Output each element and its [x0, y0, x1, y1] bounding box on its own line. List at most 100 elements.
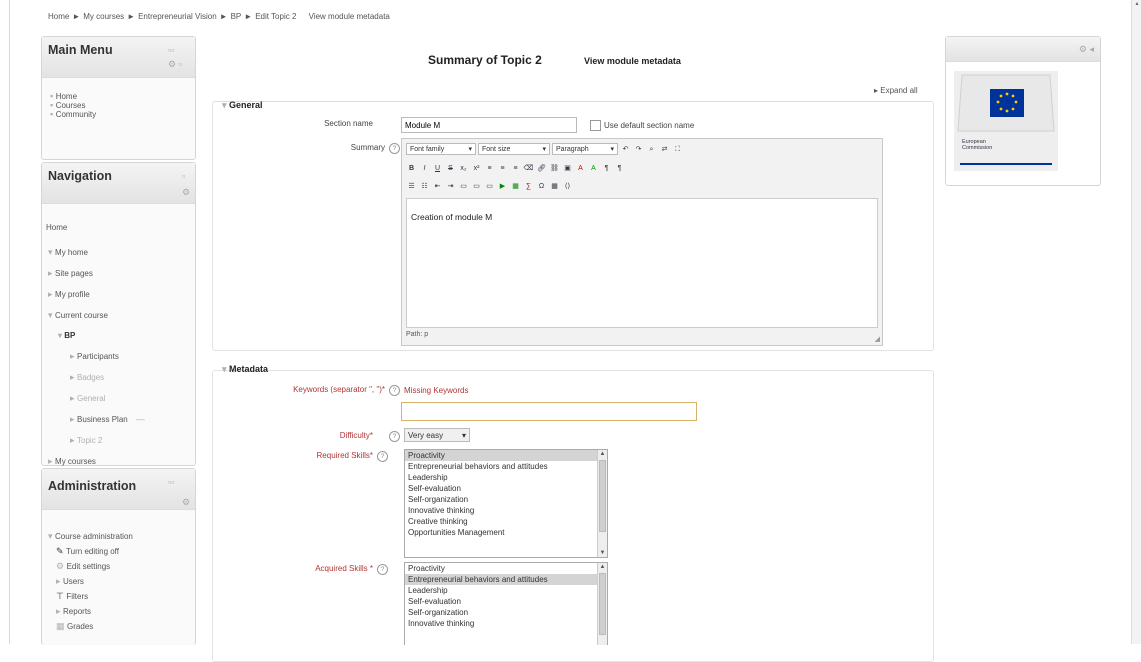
insert-image-icon[interactable]: ▣ [562, 163, 573, 174]
breadcrumb-course[interactable]: BP [231, 12, 242, 21]
nav-item-participants[interactable]: ▸ Participants [48, 346, 145, 367]
subscript-icon[interactable]: x₂ [458, 163, 469, 174]
nav-item-current-course[interactable]: ▾ Current course [48, 305, 145, 326]
align-right-icon[interactable]: ≡ [510, 163, 521, 174]
find-icon[interactable]: ⌕ [646, 144, 657, 155]
indent-icon[interactable]: ⇥ [445, 181, 456, 192]
main-menu-item[interactable]: ▪ Courses [50, 100, 195, 110]
use-default-checkbox[interactable] [590, 120, 601, 131]
skill-option[interactable]: Opportunities Management [405, 527, 607, 538]
underline-icon[interactable]: U [432, 163, 443, 174]
nav-item-badges[interactable]: ▸ Badges [48, 367, 145, 388]
keywords-input[interactable] [401, 402, 697, 421]
background-color-icon[interactable]: A [588, 163, 599, 174]
unlink-icon[interactable]: ⛓︎ [549, 163, 560, 174]
skill-option[interactable]: Creative thinking [405, 516, 607, 527]
skill-option[interactable]: Proactivity [405, 450, 607, 461]
breadcrumb-home[interactable]: Home [48, 12, 69, 21]
bullet-list-icon[interactable]: ☰ [406, 181, 417, 192]
skill-option[interactable]: Self-evaluation [405, 483, 607, 494]
section-name-input[interactable] [401, 117, 577, 133]
insert-media-icon[interactable]: ▶ [497, 181, 508, 192]
difficulty-select[interactable]: Very easy ▾ [404, 428, 470, 442]
block-actions-icon[interactable]: ⚙ [182, 187, 190, 198]
nav-item-my-home[interactable]: ▾ My home [48, 242, 145, 263]
skill-option[interactable]: Self-evaluation [405, 596, 607, 607]
fullscreen-icon[interactable]: ⛶ [672, 144, 683, 155]
admin-grades[interactable]: ▦ Grades [48, 619, 133, 634]
page-scrollbar[interactable]: ▴ [1131, 0, 1141, 644]
required-skills-listbox[interactable]: Proactivity Entrepreneurial behaviors an… [404, 449, 608, 558]
dock-icon[interactable]: ▫▫ [168, 477, 174, 487]
expand-all-link[interactable]: ▸ Expand all [874, 86, 918, 95]
skill-option[interactable]: Innovative thinking [405, 505, 607, 516]
nav-item-general[interactable]: ▸ General [48, 388, 145, 409]
italic-icon[interactable]: I [419, 163, 430, 174]
block-actions-icon[interactable]: ⚙ ▫ [168, 59, 182, 70]
outdent-icon[interactable]: ⇤ [432, 181, 443, 192]
redo-icon[interactable]: ↷ [633, 144, 644, 155]
text-color-icon[interactable]: A [575, 163, 586, 174]
nav-item-course[interactable]: ▾ BP [48, 326, 145, 346]
breadcrumb-course-category[interactable]: Entrepreneurial Vision [138, 12, 217, 21]
html-source-icon[interactable]: ⟨⟩ [562, 181, 573, 192]
paragraph-select[interactable]: Paragraph ▾ [552, 143, 618, 155]
main-menu-item[interactable]: ▪ Home [50, 91, 195, 101]
clear-format-icon[interactable]: ⌫ [523, 163, 534, 174]
nav-item-site-pages[interactable]: ▸ Site pages [48, 263, 145, 284]
link-icon[interactable]: 🔗︎ [536, 163, 547, 174]
skill-option[interactable]: Innovative thinking [405, 618, 607, 629]
strikethrough-icon[interactable]: S [445, 163, 456, 174]
breadcrumb-my-courses[interactable]: My courses [83, 12, 124, 21]
general-legend[interactable]: ▾ General [222, 100, 263, 111]
skill-option[interactable]: Leadership [405, 472, 607, 483]
help-icon[interactable]: ? [377, 564, 388, 575]
listbox-scrollbar[interactable]: ▲ ▼ [597, 450, 607, 557]
acquired-skills-listbox[interactable]: Proactivity Entrepreneurial behaviors an… [404, 562, 608, 645]
resize-handle-icon[interactable]: ◢ [875, 335, 880, 343]
skill-option[interactable]: Self-organization [405, 494, 607, 505]
nav-item-my-profile[interactable]: ▸ My profile [48, 284, 145, 305]
block-actions-icon[interactable]: ⚙ [182, 497, 190, 508]
skill-option[interactable]: Entrepreneurial behaviors and attitudes [405, 461, 607, 472]
nav-home[interactable]: Home [46, 223, 67, 232]
help-icon[interactable]: ? [389, 143, 400, 154]
bold-icon[interactable]: B [406, 163, 417, 174]
nav-item-business-plan[interactable]: ▸ Business Plan — [48, 409, 145, 430]
align-center-icon[interactable]: ≡ [497, 163, 508, 174]
insert-moodle-media-icon[interactable]: ▦ [510, 181, 521, 192]
replace-icon[interactable]: ⇄ [659, 144, 670, 155]
nav-item-topic[interactable]: ▸ Topic 2 [48, 430, 145, 451]
admin-users[interactable]: ▸ Users [48, 574, 133, 589]
table-icon[interactable]: ▦ [549, 181, 560, 192]
dock-icon[interactable]: ▫ [182, 171, 185, 181]
align-left-icon[interactable]: ≡ [484, 163, 495, 174]
scrollbar-thumb[interactable] [599, 460, 606, 532]
skill-option[interactable]: Self-organization [405, 607, 607, 618]
undo-icon[interactable]: ↶ [620, 144, 631, 155]
listbox-scrollbar[interactable]: ▲ [597, 563, 607, 645]
ltr-icon[interactable]: ¶ [601, 163, 612, 174]
help-icon[interactable]: ? [389, 385, 400, 396]
help-icon[interactable]: ? [389, 431, 400, 442]
admin-edit-settings[interactable]: ⚙ Edit settings [48, 559, 133, 574]
skill-option[interactable]: Leadership [405, 585, 607, 596]
help-icon[interactable]: ? [377, 451, 388, 462]
special-char-icon[interactable]: Ω [536, 181, 547, 192]
font-family-select[interactable]: Font family ▾ [406, 143, 476, 155]
superscript-icon[interactable]: x² [471, 163, 482, 174]
block-actions-icon[interactable]: ⚙ ◂ [1079, 44, 1094, 55]
metadata-legend[interactable]: ▾ Metadata [222, 364, 268, 375]
insert-equation-icon[interactable]: ∑ [523, 181, 534, 192]
dock-icon[interactable]: ▫▫ [168, 45, 174, 55]
font-size-select[interactable]: Font size ▾ [478, 143, 550, 155]
scrollbar-thumb[interactable] [599, 573, 606, 635]
admin-turn-editing-off[interactable]: ✎ Turn editing off [48, 544, 133, 559]
editor-content-area[interactable]: Creation of module M [406, 198, 878, 328]
scroll-up-icon[interactable]: ▴ [1132, 0, 1141, 7]
numbered-list-icon[interactable]: ☷ [419, 181, 430, 192]
skill-option[interactable]: Entrepreneurial behaviors and attitudes [405, 574, 607, 585]
main-menu-item[interactable]: ▪ Community [50, 109, 195, 119]
admin-course-administration[interactable]: ▾ Course administration [48, 529, 133, 544]
skill-option[interactable]: Proactivity [405, 563, 607, 574]
